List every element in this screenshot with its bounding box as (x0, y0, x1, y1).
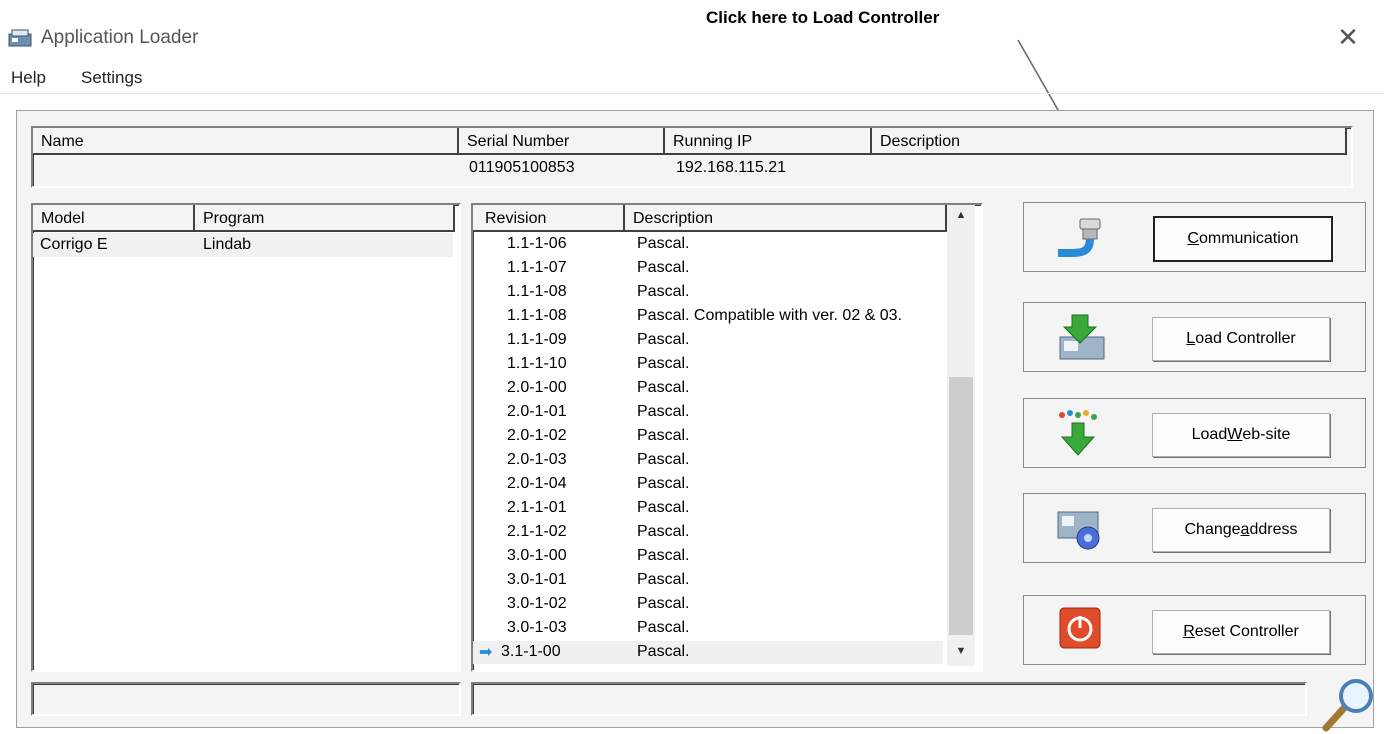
change-address-button[interactable]: Change a ddress (1152, 508, 1330, 552)
revision-number: 2.0-1-03 (507, 451, 567, 468)
download-to-controller-icon (1059, 314, 1105, 360)
device-ip: 192.168.115.21 (676, 159, 787, 176)
status-bar-left (31, 682, 461, 716)
revision-number: 1.1-1-07 (507, 259, 567, 276)
revision-list[interactable]: Revision Description 1.1-1-06 Pascal. 1.1-… (471, 203, 983, 672)
model-list[interactable]: Model Program Corrigo E Lindab (31, 203, 461, 672)
revision-description: Pascal. (637, 379, 690, 396)
revision-description: Pascal. (637, 547, 690, 564)
revision-description: Pascal. (637, 403, 690, 420)
table-row[interactable]: 1.1-1-10 Pascal. (473, 353, 943, 376)
revision-number: 2.0-1-00 (507, 379, 567, 396)
table-row[interactable]: 1.1-1-07 Pascal. (473, 257, 943, 280)
model-value: Corrigo E (40, 236, 108, 253)
table-row[interactable]: 3.0-1-01 Pascal. (473, 569, 943, 592)
table-row[interactable]: 2.0-1-01 Pascal. (473, 401, 943, 424)
device-table: Name Serial Number Running IP Descriptio… (31, 126, 1353, 188)
scroll-up-icon[interactable]: ▲ (947, 209, 975, 221)
table-row[interactable]: 2.0-1-02 Pascal. (473, 425, 943, 448)
menu-settings[interactable]: Settings (81, 68, 142, 88)
table-row[interactable]: 2.0-1-00 Pascal. (473, 377, 943, 400)
revision-number: 3.0-1-02 (507, 595, 567, 612)
load-website-button[interactable]: Load Web-site (1152, 413, 1330, 457)
main-panel: Name Serial Number Running IP Descriptio… (16, 110, 1374, 728)
revision-number: 3.1-1-00 (501, 643, 561, 660)
reset-controller-group: Reset Controller (1023, 595, 1366, 665)
revision-description: Pascal. (637, 595, 690, 612)
revision-description: Pascal. (637, 259, 690, 276)
header-serial[interactable]: Serial Number (459, 128, 665, 155)
menu-help[interactable]: Help (11, 68, 46, 88)
header-ip[interactable]: Running IP (665, 128, 872, 155)
revision-description: Pascal. Compatible with ver. 02 & 03. (637, 307, 903, 324)
power-reset-icon (1059, 607, 1101, 649)
table-row[interactable]: 2.0-1-03 Pascal. (473, 449, 943, 472)
header-model[interactable]: Model (33, 205, 195, 232)
program-value: Lindab (203, 236, 252, 253)
scroll-down-icon[interactable]: ▼ (947, 645, 975, 657)
revision-number: 2.1-1-02 (507, 523, 567, 540)
table-row[interactable]: 3.0-1-02 Pascal. (473, 593, 943, 616)
magnifier-icon[interactable] (1318, 676, 1378, 732)
revision-number: 1.1-1-09 (507, 331, 567, 348)
current-revision-arrow-icon: ➡ (479, 644, 493, 661)
table-row[interactable]: 3.0-1-00 Pascal. (473, 545, 943, 568)
download-website-icon (1059, 410, 1097, 456)
revision-description: Pascal. (637, 235, 690, 252)
revision-description: Pascal. (637, 619, 690, 636)
menu-divider (0, 93, 1384, 94)
revision-number: 2.0-1-01 (507, 403, 567, 420)
table-row[interactable]: 3.0-1-03 Pascal. (473, 617, 943, 640)
revision-description: Pascal. (637, 355, 690, 372)
device-serial: 011905100853 (469, 159, 575, 176)
revision-number: 1.1-1-06 (507, 235, 567, 252)
load-controller-group: Load Controller (1023, 302, 1366, 372)
header-program[interactable]: Program (195, 205, 455, 232)
load-controller-button[interactable]: Load Controller (1152, 317, 1330, 361)
header-rev-description[interactable]: Description (625, 205, 947, 232)
change-address-group: Change a ddress (1023, 493, 1366, 563)
communication-button[interactable]: Communication (1153, 216, 1333, 262)
reset-controller-button[interactable]: Reset Controller (1152, 610, 1330, 654)
table-row[interactable]: 2.1-1-02 Pascal. (473, 521, 943, 544)
revision-number: 1.1-1-08 (507, 307, 567, 324)
revision-description: Pascal. (637, 499, 690, 516)
revision-description: Pascal. (637, 523, 690, 540)
header-name[interactable]: Name (33, 128, 459, 155)
revision-rows: 1.1-1-06 Pascal. 1.1-1-07 Pascal. 1.1-1-08 Pa… (473, 233, 947, 666)
revision-description: Pascal. (637, 571, 690, 588)
controller-settings-icon (1057, 511, 1100, 550)
revision-description: Pascal. (637, 331, 690, 348)
revision-description: Pascal. (637, 427, 690, 444)
revision-number: 3.0-1-03 (507, 619, 567, 636)
table-row[interactable]: 1.1-1-06 Pascal. (473, 233, 943, 256)
table-row[interactable]: 2.1-1-01 Pascal. (473, 497, 943, 520)
revision-number: 1.1-1-08 (507, 283, 567, 300)
scroll-thumb[interactable] (949, 377, 973, 635)
revision-description: Pascal. (637, 643, 690, 660)
communication-group: Communication (1023, 202, 1366, 272)
revision-description: Pascal. (637, 475, 690, 492)
table-row[interactable]: 1.1-1-09 Pascal. (473, 329, 943, 352)
serial-connector-icon (1058, 218, 1101, 257)
table-row[interactable]: 1.1-1-08 Pascal. Compatible with ver. 02 … (473, 305, 943, 328)
table-row[interactable]: ➡ 3.1-1-00 Pascal. (473, 641, 943, 664)
revision-number: 2.0-1-02 (507, 427, 567, 444)
header-description[interactable]: Description (872, 128, 1347, 155)
table-row[interactable]: 1.1-1-08 Pascal. (473, 281, 943, 304)
scrollbar[interactable]: ▲ ▼ (947, 205, 975, 666)
table-row[interactable]: 2.0-1-04 Pascal. (473, 473, 943, 496)
revision-number: 2.0-1-04 (507, 475, 567, 492)
list-item[interactable]: Corrigo E Lindab (33, 233, 453, 257)
revision-description: Pascal. (637, 283, 690, 300)
revision-description: Pascal. (637, 451, 690, 468)
load-website-group: Load Web-site (1023, 398, 1366, 468)
status-bar-right (471, 682, 1307, 716)
header-revision[interactable]: Revision (473, 205, 625, 232)
revision-number: 3.0-1-00 (507, 547, 567, 564)
revision-number: 2.1-1-01 (507, 499, 567, 516)
revision-number: 3.0-1-01 (507, 571, 567, 588)
revision-number: 1.1-1-10 (507, 355, 567, 372)
